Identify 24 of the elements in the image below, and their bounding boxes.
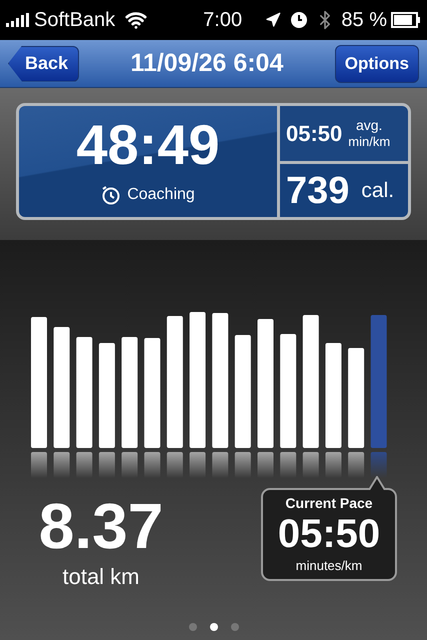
avg-unit: min/km bbox=[348, 134, 390, 150]
carrier-name: SoftBank bbox=[34, 8, 116, 33]
avg-pace-value: 05:50 bbox=[286, 120, 342, 148]
battery-percent: 85 % bbox=[341, 8, 387, 33]
back-button[interactable]: Back bbox=[8, 46, 80, 82]
alarm-clock-icon bbox=[101, 184, 122, 204]
status-time: 7:00 bbox=[203, 8, 242, 33]
current-pace-value: 05:50 bbox=[278, 514, 380, 554]
battery-icon bbox=[391, 12, 421, 28]
duration-value: 48:49 bbox=[76, 116, 220, 172]
avg-label: avg. bbox=[356, 116, 382, 134]
coaching-label: Coaching bbox=[127, 184, 195, 204]
calories-unit: cal. bbox=[361, 178, 394, 204]
calories-value: 739 bbox=[286, 172, 350, 210]
screen-title: 11/09/26 6:04 bbox=[129, 48, 284, 79]
distance-value: 8.37 bbox=[38, 494, 164, 558]
options-button[interactable]: Options bbox=[334, 44, 419, 82]
distance-unit: total km bbox=[62, 563, 140, 591]
clock-icon bbox=[291, 12, 308, 28]
current-pace-title: Current Pace bbox=[285, 494, 373, 514]
wifi-icon bbox=[125, 9, 148, 31]
signal-icon bbox=[6, 13, 30, 27]
current-pace-unit: minutes/km bbox=[296, 557, 362, 576]
location-icon bbox=[265, 12, 282, 28]
